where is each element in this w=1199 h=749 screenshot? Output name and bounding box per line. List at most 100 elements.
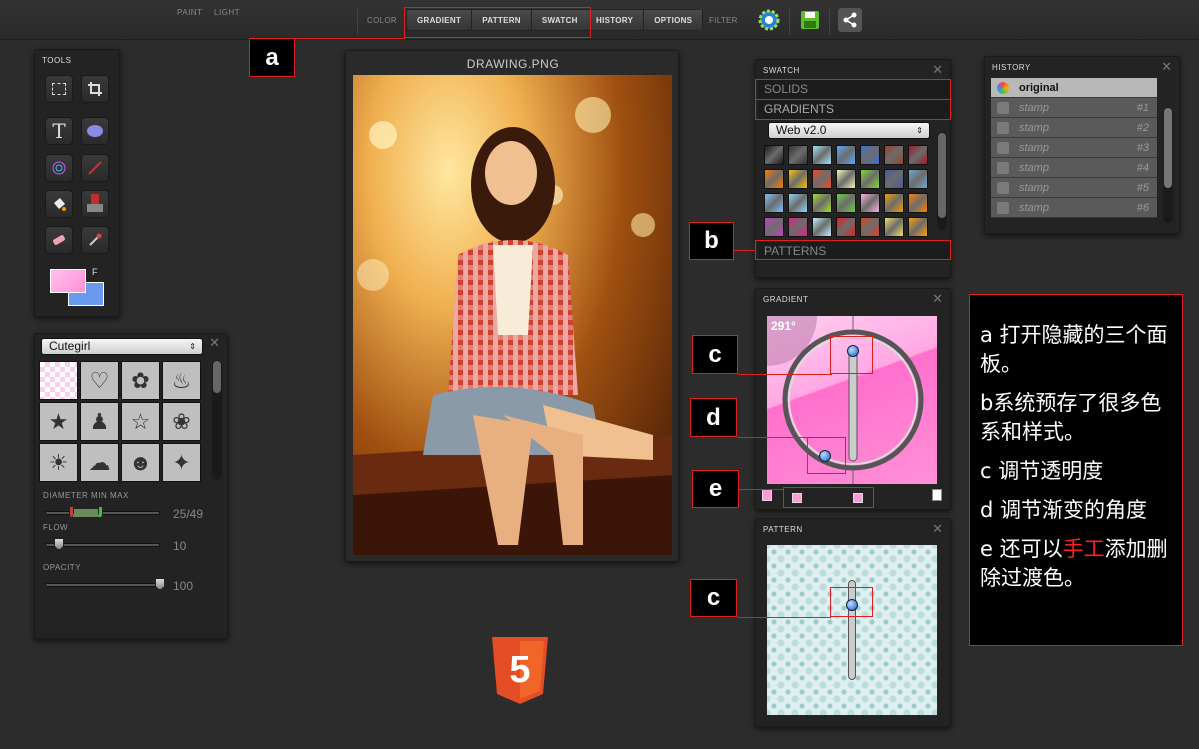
close-icon[interactable]: ✕ bbox=[932, 62, 943, 78]
swatch-color[interactable] bbox=[812, 193, 832, 213]
history-row-number: #1 bbox=[1136, 101, 1149, 114]
swatch-color[interactable] bbox=[836, 193, 856, 213]
swatch-color[interactable] bbox=[908, 169, 928, 189]
swatch-color[interactable] bbox=[764, 169, 784, 189]
swatch-color[interactable] bbox=[860, 169, 880, 189]
swatch-color[interactable] bbox=[884, 217, 904, 237]
brush-item[interactable]: ❀ bbox=[162, 402, 201, 441]
scrollbar-thumb[interactable] bbox=[1164, 108, 1172, 188]
photo-illustration bbox=[353, 97, 672, 555]
brush-grid: ♡ ✿ ♨ ★ ♟ ☆ ❀ ☀ ☁ ☻ ✦ bbox=[39, 361, 203, 482]
brush-item[interactable]: ✿ bbox=[121, 361, 160, 400]
brush-item[interactable]: ★ bbox=[39, 402, 78, 441]
fill-tool-icon[interactable] bbox=[45, 190, 73, 218]
annotation-label-b: b bbox=[689, 222, 734, 260]
swatch-color[interactable] bbox=[908, 145, 928, 165]
stamp-tool-icon[interactable] bbox=[81, 190, 109, 218]
color-label: COLOR bbox=[367, 16, 397, 25]
swatch-color[interactable] bbox=[884, 145, 904, 165]
brush-item[interactable]: ☻ bbox=[121, 443, 160, 482]
opacity-knob[interactable] bbox=[155, 578, 165, 590]
eraser-tool-icon[interactable] bbox=[45, 226, 73, 254]
settings-gear-icon[interactable] bbox=[757, 8, 781, 32]
history-button[interactable]: HISTORY bbox=[586, 10, 645, 30]
close-icon[interactable]: ✕ bbox=[1161, 59, 1172, 75]
annotation-note: b系统预存了很多色系和样式。 bbox=[980, 389, 1172, 447]
brush-item[interactable]: ♨ bbox=[162, 361, 201, 400]
spirograph-tool-icon[interactable] bbox=[45, 154, 73, 182]
brush-item[interactable]: ☁ bbox=[80, 443, 119, 482]
gradient-stop[interactable] bbox=[762, 489, 772, 501]
annotation-line-a bbox=[295, 38, 405, 39]
history-row[interactable]: stamp #4 bbox=[991, 158, 1157, 178]
swatch-color[interactable] bbox=[764, 217, 784, 237]
brush-item[interactable] bbox=[39, 361, 78, 400]
swatch-color[interactable] bbox=[788, 145, 808, 165]
history-row[interactable]: original bbox=[991, 78, 1157, 98]
swatch-color[interactable] bbox=[884, 169, 904, 189]
history-row[interactable]: stamp #3 bbox=[991, 138, 1157, 158]
close-icon[interactable]: ✕ bbox=[932, 291, 943, 307]
share-icon[interactable] bbox=[838, 8, 862, 32]
swatch-color[interactable] bbox=[788, 193, 808, 213]
brush-scrollbar[interactable] bbox=[212, 360, 222, 480]
swatch-set-select[interactable]: Web v2.0 ⇕ bbox=[768, 122, 930, 139]
brush-preset-select[interactable]: Cutegirl ⇕ bbox=[41, 338, 203, 355]
swatch-color[interactable] bbox=[908, 193, 928, 213]
annotation-box-a bbox=[404, 7, 591, 38]
filter-label[interactable]: FILTER bbox=[709, 16, 738, 25]
marquee-tool-icon[interactable] bbox=[45, 75, 73, 103]
drawing-canvas[interactable] bbox=[353, 75, 672, 555]
history-scrollbar[interactable] bbox=[1163, 107, 1173, 223]
opacity-slider[interactable] bbox=[45, 583, 160, 587]
brush-item[interactable]: ☀ bbox=[39, 443, 78, 482]
eyedropper-tool-icon[interactable] bbox=[81, 226, 109, 254]
history-row[interactable]: stamp #6 bbox=[991, 198, 1157, 218]
swatch-color[interactable] bbox=[860, 193, 880, 213]
swatch-color[interactable] bbox=[764, 145, 784, 165]
menu-paint[interactable]: PAINT bbox=[177, 8, 202, 17]
brush-item[interactable]: ♡ bbox=[80, 361, 119, 400]
close-icon[interactable]: ✕ bbox=[209, 335, 220, 351]
swatch-color[interactable] bbox=[788, 217, 808, 237]
swatch-color[interactable] bbox=[860, 145, 880, 165]
swatch-color[interactable] bbox=[908, 217, 928, 237]
color-swap-label[interactable]: F bbox=[92, 267, 98, 277]
brush-item[interactable]: ✦ bbox=[162, 443, 201, 482]
top-toolbar: PAINT LIGHT COLOR GRADIENT PATTERN SWATC… bbox=[0, 0, 1199, 40]
scrollbar-thumb[interactable] bbox=[938, 133, 946, 218]
history-row[interactable]: stamp #5 bbox=[991, 178, 1157, 198]
swatch-color[interactable] bbox=[812, 217, 832, 237]
close-icon[interactable]: ✕ bbox=[932, 521, 943, 537]
ellipse-tool-icon[interactable] bbox=[81, 117, 109, 145]
text-tool-icon[interactable]: T bbox=[45, 117, 73, 145]
brush-item[interactable]: ☆ bbox=[121, 402, 160, 441]
swatch-color[interactable] bbox=[812, 145, 832, 165]
swatch-color[interactable] bbox=[812, 169, 832, 189]
note-text: e 还可以 bbox=[980, 537, 1063, 561]
canvas-window: DRAWING.PNG bbox=[345, 50, 679, 562]
foreground-color-front[interactable] bbox=[50, 269, 86, 293]
scrollbar-thumb[interactable] bbox=[213, 361, 221, 393]
pattern-preview[interactable] bbox=[767, 545, 937, 715]
flow-knob[interactable] bbox=[54, 538, 64, 550]
swatch-color[interactable] bbox=[836, 169, 856, 189]
swatch-color[interactable] bbox=[884, 193, 904, 213]
swatch-color[interactable] bbox=[836, 217, 856, 237]
gradient-stop-end[interactable] bbox=[932, 489, 942, 501]
menu-light[interactable]: LIGHT bbox=[214, 8, 240, 17]
swatch-color[interactable] bbox=[860, 217, 880, 237]
swatch-color[interactable] bbox=[836, 145, 856, 165]
brush-item[interactable]: ♟ bbox=[80, 402, 119, 441]
history-row[interactable]: stamp #2 bbox=[991, 118, 1157, 138]
crop-tool-icon[interactable] bbox=[81, 75, 109, 103]
swatch-color[interactable] bbox=[788, 169, 808, 189]
annotation-box-c2 bbox=[830, 587, 873, 617]
swatch-scrollbar[interactable] bbox=[937, 132, 947, 230]
history-row[interactable]: stamp #1 bbox=[991, 98, 1157, 118]
options-button[interactable]: OPTIONS bbox=[644, 10, 704, 30]
history-row-label: stamp bbox=[1019, 161, 1049, 174]
save-disk-icon[interactable] bbox=[798, 8, 822, 32]
brush-tool-icon[interactable] bbox=[81, 154, 109, 182]
swatch-color[interactable] bbox=[764, 193, 784, 213]
